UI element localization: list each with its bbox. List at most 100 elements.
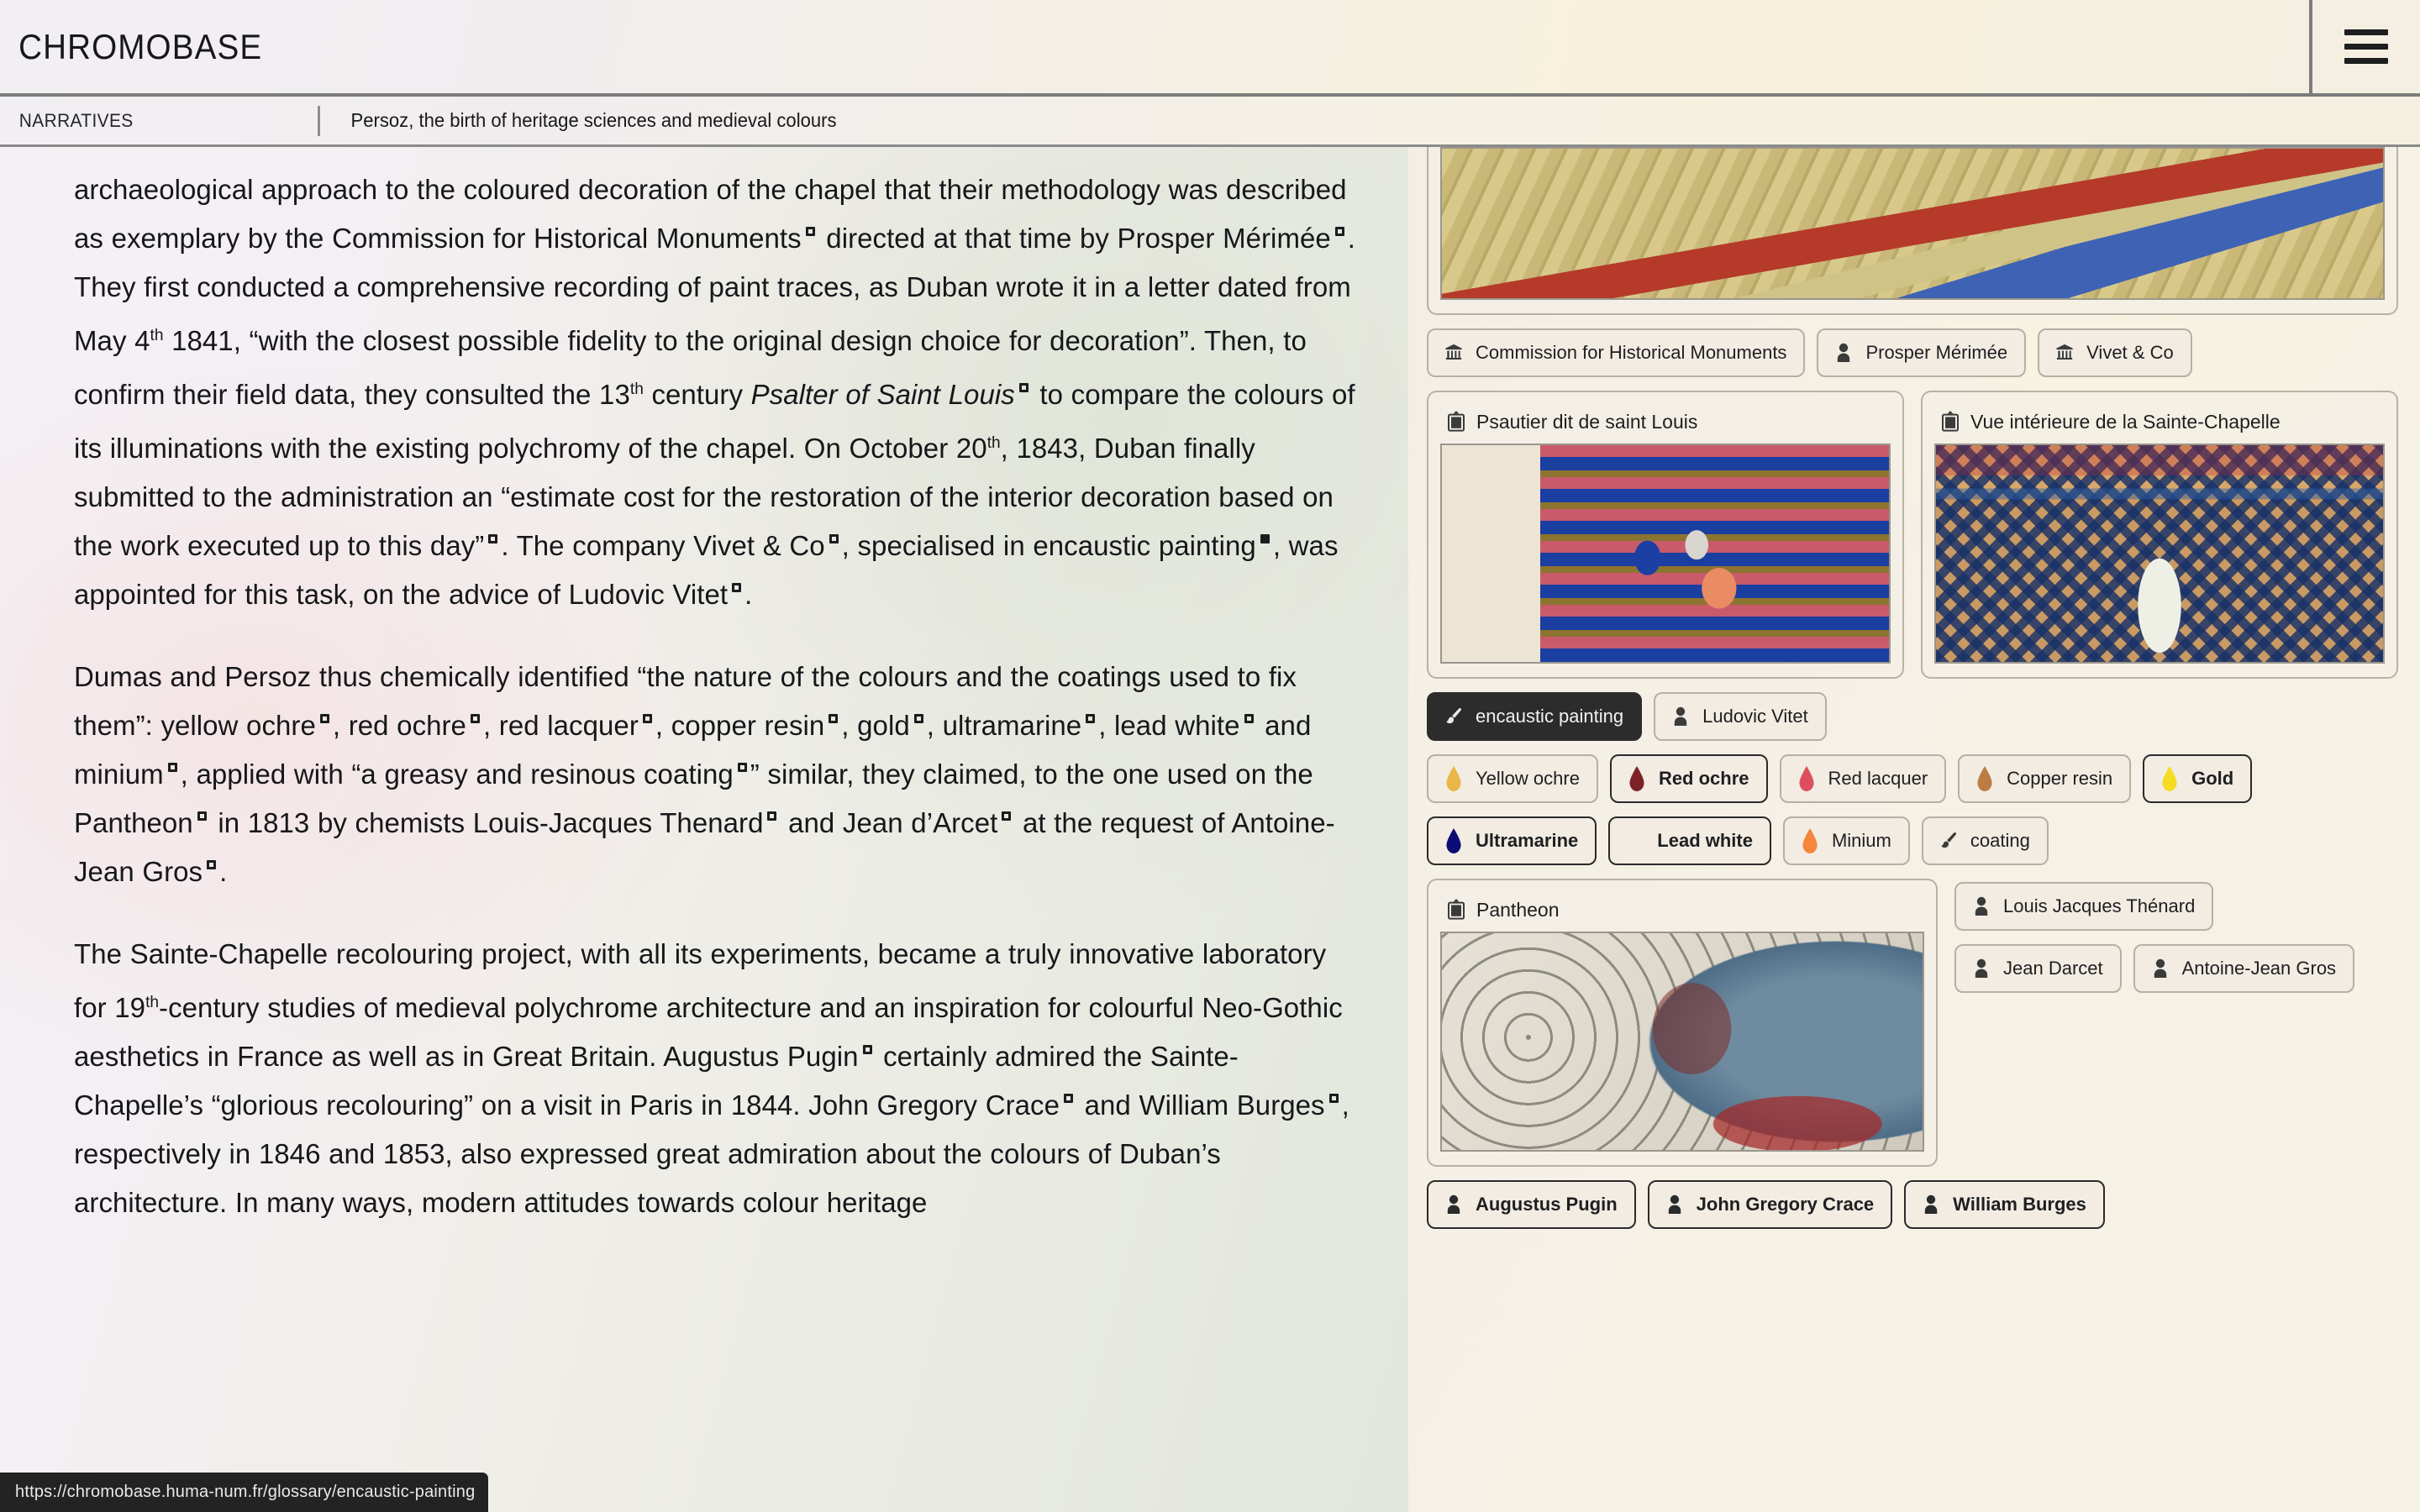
glossary-marker-icon[interactable] [1002, 811, 1012, 821]
person-icon [1920, 1193, 1942, 1216]
paint-drop-icon [2159, 766, 2181, 791]
glossary-marker-icon[interactable] [732, 583, 742, 592]
glossary-marker-icon[interactable] [913, 714, 923, 723]
chemists-chip-stack: Louis Jacques Thénard Jean Darcet Antoin… [1954, 879, 2398, 1167]
glossary-marker-icon[interactable] [642, 714, 652, 723]
media-card-pantheon[interactable]: Pantheon [1427, 879, 1938, 1167]
paragraph-2: Dumas and Persoz thus chemically identif… [74, 653, 1358, 896]
chip-label: Yellow ochre [1476, 768, 1580, 789]
glossary-marker-icon[interactable] [767, 811, 777, 821]
chip-louis-jacques-thenard[interactable]: Louis Jacques Thénard [1954, 882, 2214, 931]
p1-t2: directed at that time by Prosper Mérimée [818, 223, 1331, 254]
glossary-marker-icon[interactable] [862, 1045, 872, 1054]
chip-william-burges[interactable]: William Burges [1904, 1180, 2105, 1229]
chip-label: coating [1970, 830, 2030, 851]
glossary-marker-icon[interactable] [470, 714, 480, 723]
status-bar-url: https://chromobase.huma-num.fr/glossary/… [0, 1473, 489, 1512]
breadcrumb-section[interactable]: NARRATIVES [0, 110, 302, 132]
person-icon [1664, 1193, 1686, 1216]
chip-lead-white[interactable]: Lead white [1608, 816, 1771, 865]
ordinal-suffix: th [986, 434, 1001, 452]
media-thumbnail-vue-interieure[interactable] [1934, 444, 2385, 664]
chip-augustus-pugin[interactable]: Augustus Pugin [1427, 1180, 1636, 1229]
glossary-marker-icon[interactable] [829, 534, 839, 543]
breadcrumb: NARRATIVES Persoz, the birth of heritage… [0, 97, 2420, 147]
p2-t5: , gold [841, 710, 910, 741]
p1-t9: , specialised in encaustic painting [841, 530, 1256, 561]
page-body: archaeological approach to the coloured … [0, 147, 2420, 1512]
paint-drop-icon [1443, 766, 1465, 791]
p2-t7: , lead white [1098, 710, 1240, 741]
media-card-title: Psautier dit de saint Louis [1476, 410, 1698, 433]
glossary-marker-icon[interactable] [488, 534, 498, 543]
glossary-marker-icon[interactable] [829, 714, 839, 723]
glossary-marker-icon[interactable] [197, 811, 207, 821]
entity-panel-scroll[interactable]: Commission for Historical Monuments Pros… [1427, 147, 2398, 1229]
chip-label: Gold [2191, 768, 2234, 789]
person-icon [2149, 957, 2171, 980]
framed-picture-icon [1445, 898, 1467, 921]
pantheon-row: Pantheon Louis Jacques Thénard Jean Darc… [1427, 879, 2398, 1167]
media-thumbnail-pantheon[interactable] [1440, 932, 1924, 1152]
chip-label: Minium [1831, 830, 1891, 851]
chip-label: Red lacquer [1828, 768, 1928, 789]
glossary-marker-icon[interactable] [1018, 383, 1028, 392]
glossary-marker-icon[interactable] [1328, 1094, 1339, 1103]
hamburger-menu-icon[interactable] [2312, 0, 2420, 93]
glossary-marker-active-icon[interactable] [1260, 534, 1270, 543]
glossary-marker-icon[interactable] [805, 227, 815, 236]
chip-label: Lead white [1657, 830, 1753, 851]
p3-t6: modern attitudes towards colour heritage [413, 1187, 928, 1218]
ordinal-suffix: th [629, 381, 644, 398]
chip-gold[interactable]: Gold [2143, 754, 2253, 803]
header-right [2309, 0, 2420, 93]
chip-ultramarine[interactable]: Ultramarine [1427, 816, 1597, 865]
app-root: CHROMOBASE NARRATIVES Persoz, the birth … [0, 0, 2420, 1512]
paint-drop-icon [1626, 766, 1648, 791]
glossary-marker-icon[interactable] [1334, 227, 1344, 236]
p2-t3: , red lacquer [482, 710, 639, 741]
chip-coating[interactable]: coating [1921, 816, 2049, 865]
chip-prosper-merimee[interactable]: Prosper Mérimée [1817, 328, 2027, 377]
media-card-arch[interactable] [1427, 147, 2398, 315]
glossary-marker-icon[interactable] [737, 763, 747, 772]
glossary-marker-icon[interactable] [319, 714, 329, 723]
media-thumbnail-arch[interactable] [1440, 147, 2385, 300]
media-thumbnail-psautier[interactable] [1440, 444, 1891, 664]
app-header: CHROMOBASE [0, 0, 2420, 97]
media-card-row: Psautier dit de saint Louis Vue intérieu… [1427, 391, 2398, 679]
chip-yellow-ochre[interactable]: Yellow ochre [1427, 754, 1598, 803]
chip-row-darcet-gros: Jean Darcet Antoine-Jean Gros [1954, 944, 2398, 993]
ordinal-suffix: th [145, 994, 160, 1011]
chip-row-technique: encaustic painting Ludovic Vitet [1427, 692, 2398, 741]
glossary-marker-icon[interactable] [167, 763, 177, 772]
chip-jean-darcet[interactable]: Jean Darcet [1954, 944, 2122, 993]
chip-antoine-jean-gros[interactable]: Antoine-Jean Gros [2133, 944, 2355, 993]
glossary-marker-icon[interactable] [1086, 714, 1096, 723]
chip-minium[interactable]: Minium [1782, 816, 1910, 865]
chip-vivet-and-co[interactable]: Vivet & Co [2038, 328, 2192, 377]
chip-encaustic-painting[interactable]: encaustic painting [1427, 692, 1643, 741]
paint-drop-icon [1796, 766, 1818, 791]
media-card-vue-interieure[interactable]: Vue intérieure de la Sainte-Chapelle [1921, 391, 2398, 679]
glossary-marker-icon[interactable] [1244, 714, 1254, 723]
paint-drop-icon [1624, 828, 1646, 853]
person-icon [1443, 1193, 1465, 1216]
glossary-marker-icon[interactable] [207, 860, 217, 869]
chip-commission-historical-monuments[interactable]: Commission for Historical Monuments [1427, 328, 1806, 377]
p2-t6: , ultramarine [926, 710, 1082, 741]
person-icon [1670, 705, 1691, 728]
article-pane: archaeological approach to the coloured … [0, 147, 1408, 1512]
pigment-row-1: Yellow ochre Red ochre Red lacquer Coppe… [1427, 754, 2398, 803]
chip-ludovic-vitet[interactable]: Ludovic Vitet [1654, 692, 1827, 741]
media-card-psautier[interactable]: Psautier dit de saint Louis [1427, 391, 1904, 679]
chip-copper-resin[interactable]: Copper resin [1958, 754, 2132, 803]
glossary-marker-icon[interactable] [1064, 1094, 1073, 1103]
person-icon [1833, 341, 1854, 365]
chip-john-gregory-crace[interactable]: John Gregory Crace [1647, 1180, 1893, 1229]
work-title: Psalter of Saint Louis [750, 379, 1015, 410]
paintbrush-icon [1938, 829, 1960, 853]
chip-red-lacquer[interactable]: Red lacquer [1779, 754, 1947, 803]
p3-t4: and William Burges [1076, 1089, 1325, 1121]
chip-red-ochre[interactable]: Red ochre [1609, 754, 1768, 803]
